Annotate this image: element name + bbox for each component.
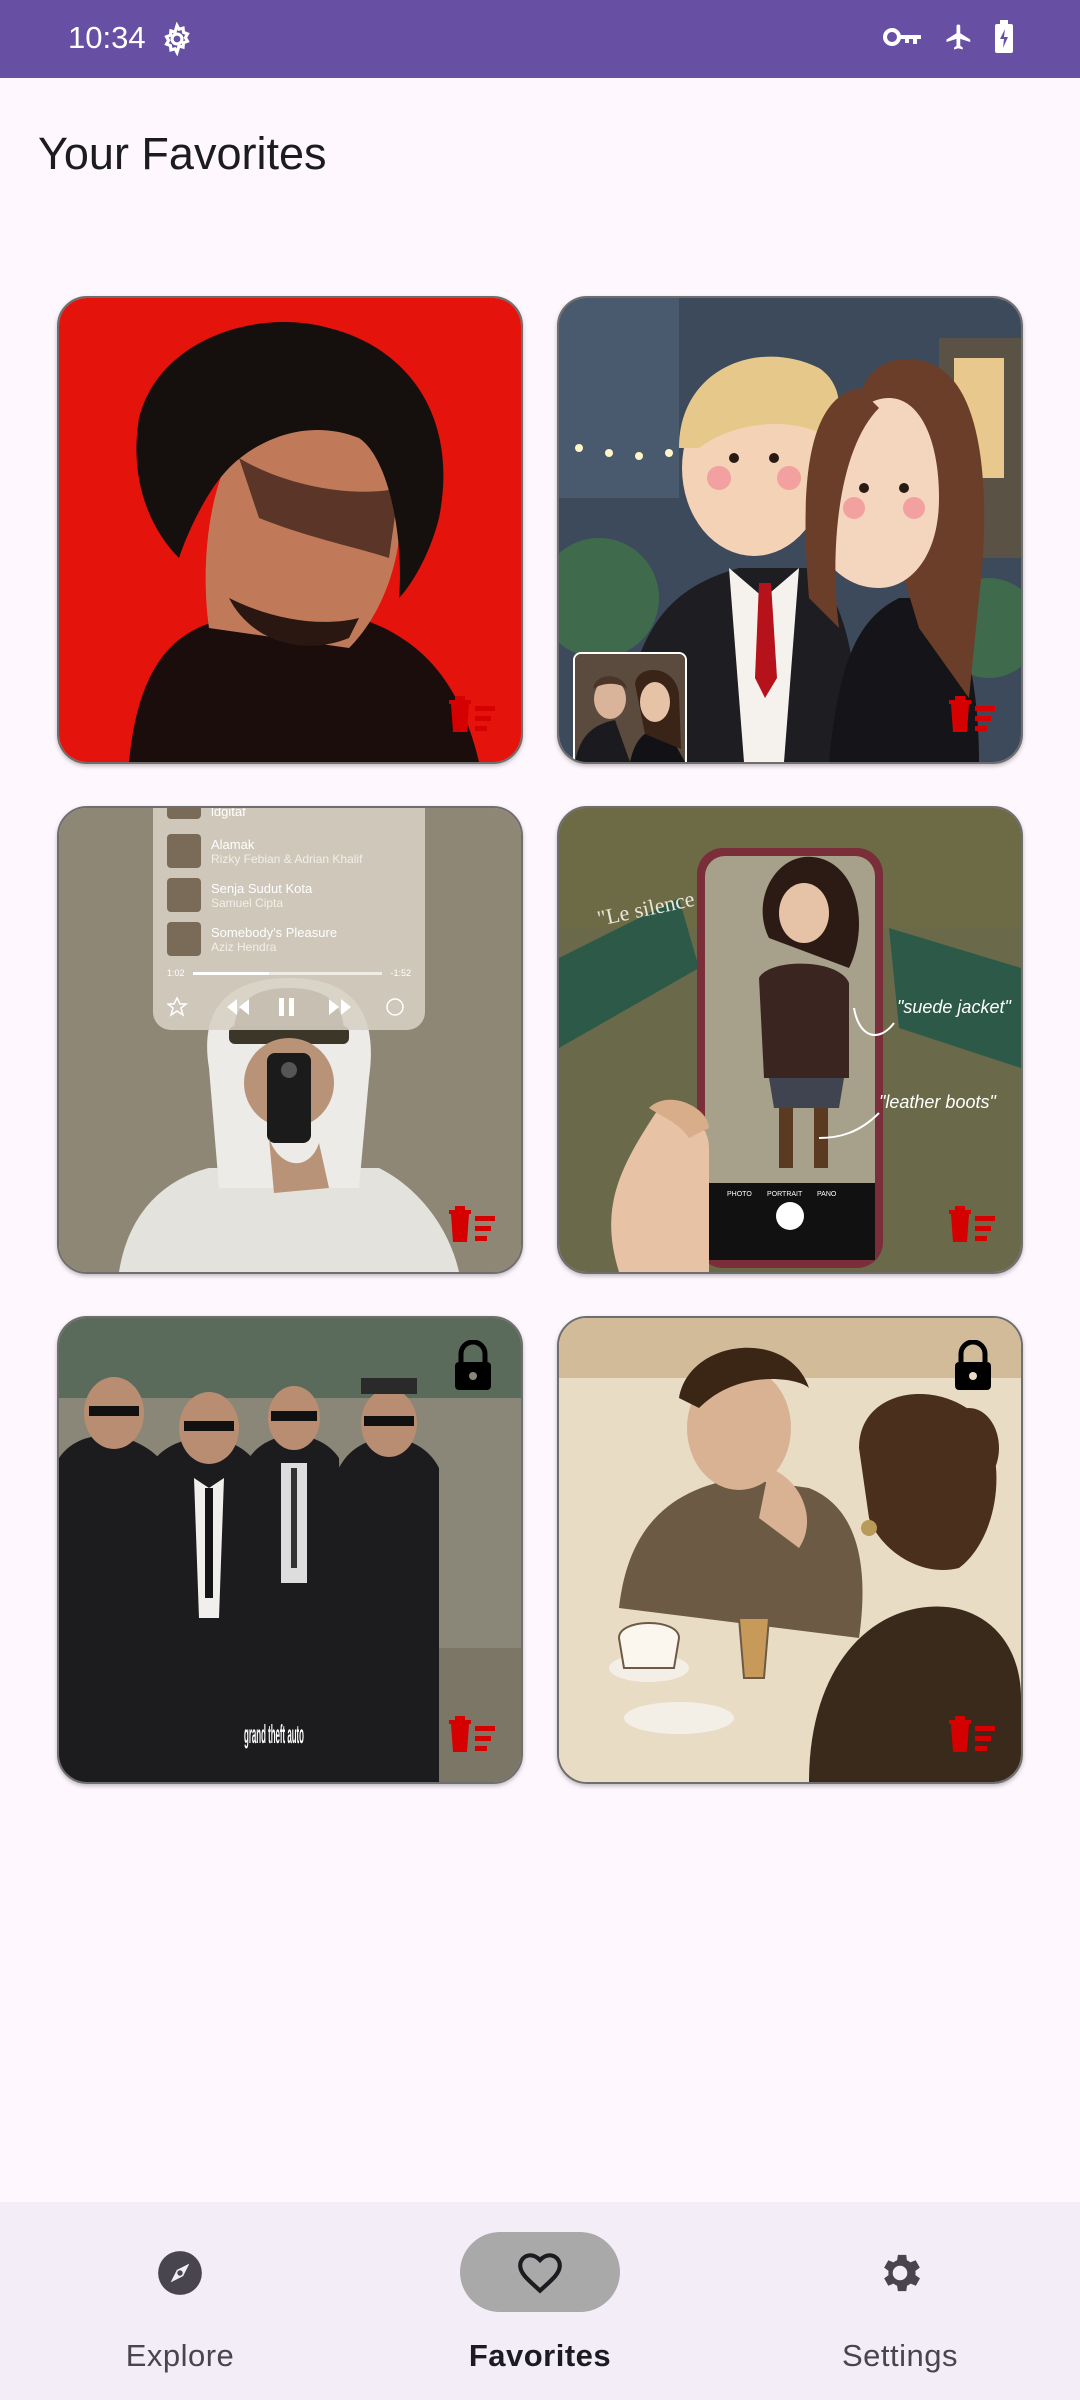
favorite-card-portrait[interactable] — [57, 296, 523, 764]
track-title: Senja Sudut Kota — [211, 880, 313, 896]
favorite-card-cartoon-couple[interactable] — [557, 296, 1023, 764]
album-cover — [167, 878, 201, 912]
favorite-card-hoodie-music[interactable]: ldgitaf Alamak Rizky Febian & Adrian Kha… — [57, 806, 523, 1274]
elapsed-time: 1:02 — [167, 968, 185, 978]
track-title: Alamak — [211, 836, 255, 852]
camera-mode-text: PHOTO — [727, 1191, 752, 1198]
nav-settings[interactable]: Settings — [750, 2202, 1050, 2400]
nav-label: Explore — [125, 2338, 235, 2373]
battery-charging-icon — [995, 20, 1013, 53]
favorites-grid: ldgitaf Alamak Rizky Febian & Adrian Kha… — [57, 296, 1023, 1784]
delete-sweep-icon — [449, 1206, 495, 1242]
music-player-overlay: ldgitaf Alamak Rizky Febian & Adrian Kha… — [153, 808, 425, 1030]
annotation-text: "suede jacket" — [897, 997, 1012, 1017]
nav-explore[interactable]: Explore — [30, 2202, 330, 2400]
game-logo: grand theft auto — [244, 1719, 304, 1749]
delete-sweep-icon — [449, 1716, 495, 1752]
delete-button[interactable] — [447, 1202, 499, 1246]
track-title: Somebody's Pleasure — [211, 924, 338, 940]
delete-sweep-icon — [449, 696, 495, 732]
heart-icon — [518, 2253, 562, 2294]
bottom-navigation: Explore Favorites Settings — [0, 2202, 1080, 2400]
delete-button[interactable] — [447, 692, 499, 736]
airplane-mode-icon — [946, 24, 971, 50]
delete-button[interactable] — [947, 1712, 999, 1756]
page-title: Your Favorites — [38, 128, 327, 179]
nav-label: Favorites — [468, 2338, 612, 2373]
track-artist: Samuel Cipta — [211, 895, 284, 910]
status-time: 10:34 — [68, 20, 146, 55]
playback-controls-icon — [167, 996, 404, 1017]
settings-gear-icon — [884, 2254, 920, 2292]
original-photo-thumbnail — [573, 652, 687, 762]
delete-button[interactable] — [447, 1712, 499, 1756]
status-icons — [882, 20, 1014, 54]
favorite-card-gta-group[interactable]: grand theft auto — [57, 1316, 523, 1784]
vpn-key-icon — [883, 28, 921, 46]
remaining-time: -1:52 — [390, 968, 411, 978]
nav-label: Settings — [841, 2338, 958, 2373]
album-cover — [167, 922, 201, 956]
status-bar: 10:34 — [0, 0, 1080, 78]
favorite-card-cafe-couple[interactable] — [557, 1316, 1023, 1784]
track-artist: Rizky Febian & Adrian Khalif — [211, 851, 363, 866]
favorite-card-phone-fashion[interactable]: "Le silence PHOTO PORTRAIT PANO "suede j… — [557, 806, 1023, 1274]
gear-icon — [164, 22, 190, 56]
music-top-title: ldgitaf — [211, 806, 246, 819]
delete-button[interactable] — [947, 1202, 999, 1246]
compass-icon — [158, 2251, 202, 2295]
nav-favorites[interactable]: Favorites — [390, 2202, 690, 2400]
lock-icon — [955, 1340, 991, 1390]
annotation-text: "leather boots" — [879, 1092, 997, 1112]
lock-icon — [455, 1340, 491, 1390]
delete-sweep-icon — [949, 1206, 995, 1242]
delete-sweep-icon — [949, 696, 995, 732]
delete-button[interactable] — [947, 692, 999, 736]
delete-sweep-icon — [949, 1716, 995, 1752]
album-cover — [167, 834, 201, 868]
track-artist: Aziz Hendra — [211, 939, 277, 954]
camera-mode-text: PORTRAIT — [767, 1191, 803, 1198]
camera-mode-text: PANO — [817, 1191, 837, 1198]
